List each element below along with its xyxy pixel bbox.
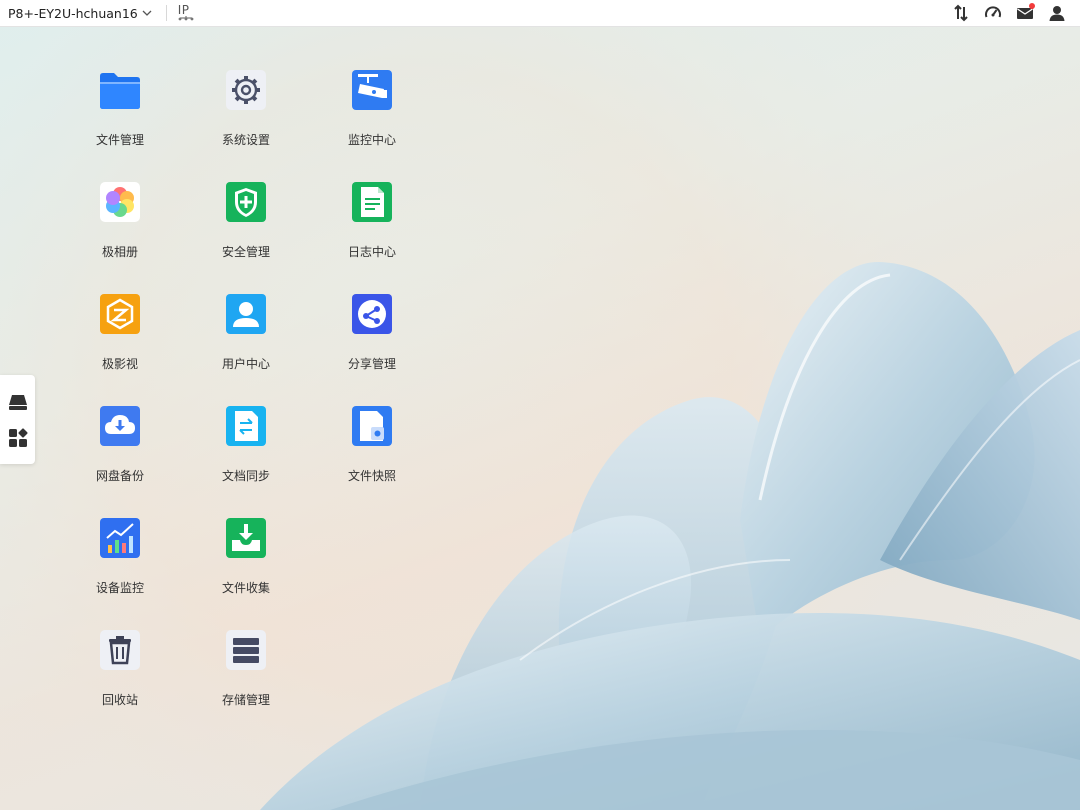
- app-label: 网盘备份: [95, 469, 144, 483]
- topbar-divider: [165, 5, 167, 21]
- inbox-download-icon: [226, 518, 266, 558]
- cloud-download-icon: [100, 406, 140, 446]
- chevron-down-icon: [142, 10, 152, 16]
- app-label: 分享管理: [347, 357, 396, 371]
- photos-flower-icon: [100, 182, 140, 222]
- app-label: 文件管理: [95, 133, 144, 147]
- document-log-icon: [352, 182, 392, 222]
- user-menu-button[interactable]: [1048, 4, 1066, 22]
- app-label: 日志中心: [347, 245, 396, 259]
- transfer-icon: [954, 4, 968, 22]
- app-monitoring-center[interactable]: 监控中心: [322, 70, 422, 160]
- app-label: 文件快照: [347, 469, 396, 483]
- storage-drive-icon[interactable]: [7, 391, 29, 413]
- transfer-button[interactable]: [952, 4, 970, 22]
- side-dock: [0, 375, 35, 464]
- document-sync-icon: [226, 406, 266, 446]
- app-label: 用户中心: [221, 357, 270, 371]
- app-log-center[interactable]: 日志中心: [322, 182, 422, 272]
- video-cube-icon: [100, 294, 140, 334]
- app-file-snapshot[interactable]: 文件快照: [322, 406, 422, 496]
- app-storage-management[interactable]: 存储管理: [196, 630, 296, 720]
- gear-icon: [226, 70, 266, 110]
- storage-server-icon: [226, 630, 266, 670]
- app-photo-album[interactable]: 极相册: [70, 182, 170, 272]
- app-label: 系统设置: [221, 133, 270, 147]
- bar-chart-icon: [100, 518, 140, 558]
- file-snapshot-icon: [352, 406, 392, 446]
- network-icon: [178, 16, 194, 21]
- ip-address-button[interactable]: IP: [177, 3, 195, 23]
- app-file-collection[interactable]: 文件收集: [196, 518, 296, 608]
- app-system-settings[interactable]: 系统设置: [196, 70, 296, 160]
- app-label: 设备监控: [95, 581, 144, 595]
- notification-badge: [1029, 3, 1035, 9]
- surveillance-camera-icon: [352, 70, 392, 110]
- messages-button[interactable]: [1016, 3, 1035, 22]
- app-label: 极影视: [101, 357, 138, 371]
- speed-test-button[interactable]: [984, 4, 1002, 22]
- top-bar: P8+-EY2U-hchuan16 IP: [0, 0, 1080, 27]
- app-document-sync[interactable]: 文档同步: [196, 406, 296, 496]
- app-label: 存储管理: [221, 693, 270, 707]
- device-name: P8+-EY2U-hchuan16: [8, 5, 138, 21]
- app-file-manager[interactable]: 文件管理: [70, 70, 170, 160]
- app-label: 文档同步: [221, 469, 270, 483]
- app-label: 回收站: [101, 693, 138, 707]
- shield-icon: [226, 182, 266, 222]
- trash-icon: [100, 630, 140, 670]
- share-icon: [352, 294, 392, 334]
- user-profile-icon: [226, 294, 266, 334]
- app-security-management[interactable]: 安全管理: [196, 182, 296, 272]
- app-user-center[interactable]: 用户中心: [196, 294, 296, 384]
- app-video[interactable]: 极影视: [70, 294, 170, 384]
- folder-icon: [100, 73, 140, 109]
- app-device-monitor[interactable]: 设备监控: [70, 518, 170, 608]
- app-share-management[interactable]: 分享管理: [322, 294, 422, 384]
- app-label: 安全管理: [221, 245, 270, 259]
- app-recycle-bin[interactable]: 回收站: [70, 630, 170, 720]
- app-grid-icon[interactable]: [7, 427, 29, 449]
- app-cloud-backup[interactable]: 网盘备份: [70, 406, 170, 496]
- app-label: 极相册: [101, 245, 138, 259]
- app-label: 文件收集: [221, 581, 270, 595]
- speedometer-icon: [985, 6, 1001, 18]
- device-selector[interactable]: P8+-EY2U-hchuan16: [0, 0, 152, 26]
- app-label: 监控中心: [347, 133, 396, 147]
- user-icon: [1049, 6, 1065, 21]
